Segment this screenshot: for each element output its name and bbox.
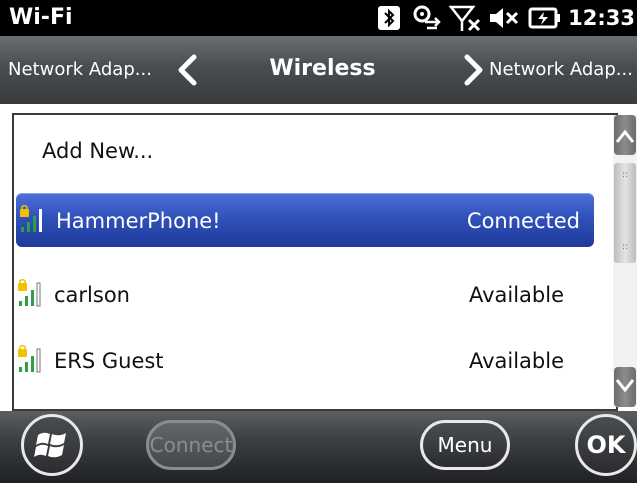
- network-adapter-header: Network Adap... Wireless Network Adap...: [0, 36, 637, 104]
- bottom-toolbar: Connect Menu OK: [0, 411, 637, 483]
- network-status: Available: [468, 349, 564, 373]
- start-button[interactable]: [21, 414, 83, 476]
- scroll-down-button[interactable]: [614, 367, 636, 407]
- network-status: Available: [468, 283, 564, 307]
- signal-off-icon: [449, 5, 481, 32]
- network-list: Add New... HammerPhone! Connected carlso…: [12, 113, 618, 411]
- chevron-up-icon: [615, 129, 635, 143]
- volume-muted-icon: [490, 8, 519, 28]
- chevron-down-icon: [615, 379, 635, 393]
- bluetooth-icon: [378, 6, 400, 30]
- secured-wifi-signal-icon: [20, 205, 42, 232]
- secured-wifi-signal-icon: [18, 279, 41, 307]
- wifi-screen: Wi-Fi 12:33 Network Adap... Wireless Net…: [0, 0, 637, 483]
- network-name: HammerPhone!: [56, 209, 221, 233]
- network-status: Connected: [466, 209, 580, 233]
- scroll-thumb[interactable]: :: ::: [614, 163, 636, 263]
- network-row-carlson[interactable]: carlson Available: [14, 267, 596, 321]
- network-row-ers-guest[interactable]: ERS Guest Available: [14, 333, 596, 387]
- scroll-up-button[interactable]: [614, 115, 636, 155]
- battery-charging-icon: [528, 7, 560, 29]
- windows-flag-icon: [34, 432, 66, 458]
- list-scrollbar[interactable]: :: ::: [613, 115, 637, 407]
- connect-button[interactable]: Connect: [146, 420, 236, 470]
- app-title: Wi-Fi: [9, 5, 73, 30]
- chevron-right-icon[interactable]: [461, 54, 487, 86]
- network-row-hammerphone[interactable]: HammerPhone! Connected: [16, 193, 594, 247]
- menu-button[interactable]: Menu: [420, 420, 510, 470]
- secured-wifi-signal-icon: [18, 345, 41, 373]
- network-name: ERS Guest: [54, 349, 164, 373]
- grip-dots: ::: [622, 242, 629, 252]
- connection-sync-icon: [413, 5, 441, 30]
- add-new-item[interactable]: Add New...: [42, 139, 153, 163]
- status-bar: Wi-Fi 12:33: [0, 0, 637, 36]
- next-adapter-label[interactable]: Network Adap...: [489, 57, 633, 83]
- grip-dots: ::: [622, 170, 629, 180]
- clock: 12:33: [568, 6, 635, 30]
- ok-button[interactable]: OK: [575, 414, 637, 476]
- network-name: carlson: [54, 283, 130, 307]
